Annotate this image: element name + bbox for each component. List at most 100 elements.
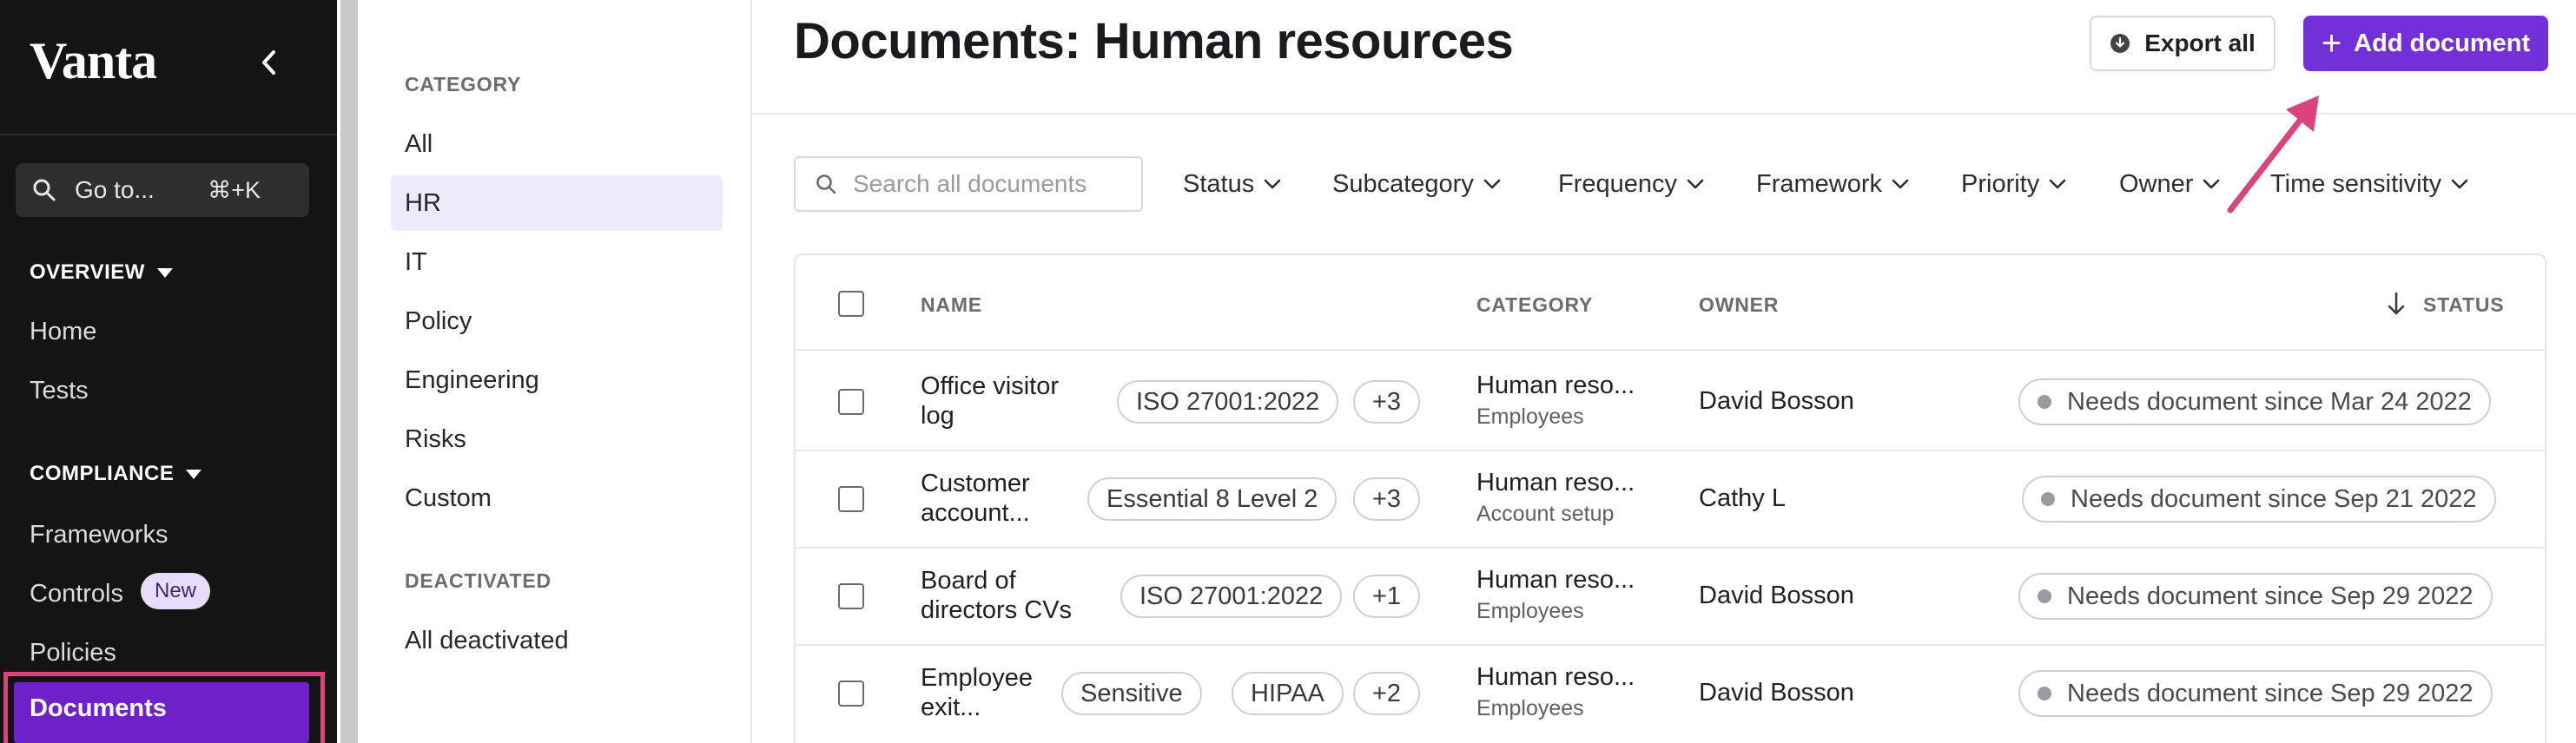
page-title: Documents: Human resources	[794, 13, 1514, 69]
row-divider	[796, 547, 2545, 549]
status-text: Needs document since Sep 29 2022	[2067, 582, 2474, 610]
search-documents-input[interactable]	[853, 170, 1131, 198]
column-header-status[interactable]: STATUS	[2423, 293, 2504, 317]
column-header-owner[interactable]: OWNER	[1699, 293, 1779, 317]
status-badge: Needs document since Sep 29 2022	[2018, 670, 2493, 717]
select-all-checkbox[interactable]	[838, 291, 864, 317]
chevron-down-icon	[1687, 179, 1704, 189]
more-tags-badge[interactable]: +3	[1353, 477, 1421, 521]
document-name[interactable]: Board of directors CVs	[921, 566, 1086, 625]
compliance-section-toggle[interactable]: COMPLIANCE	[30, 462, 202, 486]
chevron-down-icon	[2049, 179, 2066, 189]
filter-framework[interactable]: Framework	[1756, 165, 1910, 203]
caret-down-icon	[186, 469, 202, 479]
filter-owner[interactable]: Owner	[2119, 165, 2221, 203]
chevron-down-icon	[2451, 179, 2468, 189]
status-badge: Needs document since Sep 21 2022	[2022, 476, 2496, 523]
row-checkbox[interactable]	[838, 389, 864, 415]
row-checkbox[interactable]	[838, 681, 864, 707]
status-badge: Needs document since Mar 24 2022	[2018, 378, 2491, 425]
goto-label: Go to...	[75, 176, 155, 203]
filter-frequency[interactable]: Frequency	[1558, 165, 1705, 203]
category-item-hr[interactable]: HR	[405, 189, 441, 218]
category-item-custom[interactable]: Custom	[405, 484, 492, 513]
collapse-sidebar-button[interactable]	[252, 43, 287, 82]
chevron-down-icon	[1483, 179, 1501, 189]
search-icon	[33, 179, 56, 201]
add-document-button[interactable]: + Add document	[2303, 16, 2548, 71]
filter-frequency-label: Frequency	[1558, 169, 1678, 198]
status-text: Needs document since Sep 29 2022	[2067, 680, 2474, 707]
filter-status[interactable]: Status	[1183, 165, 1282, 203]
status-text: Needs document since Sep 21 2022	[2071, 485, 2477, 513]
document-name-line: Customer	[921, 470, 1030, 497]
category-item-all[interactable]: All	[405, 130, 433, 159]
document-name-line: log	[921, 402, 954, 430]
row-divider	[796, 450, 2545, 451]
owner-value: Cathy L	[1699, 484, 1786, 512]
filter-priority[interactable]: Priority	[1961, 165, 2067, 203]
category-heading: CATEGORY	[405, 73, 522, 95]
sidebar	[0, 0, 337, 743]
row-divider	[796, 349, 2545, 351]
category-item-it[interactable]: IT	[405, 248, 427, 277]
document-name-line: Office visitor	[921, 372, 1060, 400]
document-name[interactable]: Customer account...	[921, 469, 1086, 528]
chevron-down-icon	[2203, 179, 2220, 189]
export-all-button[interactable]: Export all	[2090, 16, 2275, 71]
category-item-policy[interactable]: Policy	[405, 307, 472, 336]
filter-owner-label: Owner	[2119, 169, 2194, 198]
category-value: Human reso...	[1476, 469, 1635, 496]
row-checkbox[interactable]	[838, 583, 864, 609]
sidebar-item-tests[interactable]: Tests	[30, 377, 89, 405]
filter-priority-label: Priority	[1961, 169, 2040, 198]
category-value: Human reso...	[1476, 663, 1635, 691]
search-icon	[816, 174, 836, 194]
column-header-category[interactable]: CATEGORY	[1476, 293, 1593, 317]
status-text: Needs document since Mar 24 2022	[2067, 388, 2472, 416]
status-dot-icon	[2041, 492, 2055, 506]
subcategory-value: Employees	[1476, 599, 1584, 623]
sidebar-scrollbar[interactable]	[340, 0, 358, 743]
chevron-down-icon	[1892, 179, 1909, 189]
download-icon	[2110, 34, 2130, 53]
filter-subcategory[interactable]: Subcategory	[1332, 165, 1502, 203]
row-divider	[796, 644, 2545, 646]
owner-value: David Bosson	[1699, 679, 1854, 707]
sidebar-item-policies[interactable]: Policies	[30, 639, 116, 667]
search-documents-field[interactable]	[794, 156, 1143, 212]
new-badge: New	[141, 573, 211, 609]
goto-search[interactable]: Go to... ⌘+K	[16, 163, 309, 217]
framework-tag: Essential 8 Level 2	[1087, 477, 1338, 521]
sort-arrow-down-icon[interactable]	[2385, 290, 2408, 318]
overview-section-toggle[interactable]: OVERVIEW	[30, 260, 173, 285]
category-item-engineering[interactable]: Engineering	[405, 366, 539, 395]
filter-time-sensitivity-label: Time sensitivity	[2270, 169, 2442, 198]
export-all-label: Export all	[2144, 30, 2256, 56]
status-dot-icon	[2038, 395, 2051, 409]
filter-time-sensitivity[interactable]: Time sensitivity	[2270, 165, 2469, 203]
sidebar-item-controls[interactable]: Controls	[30, 580, 123, 608]
more-tags-badge[interactable]: +2	[1353, 672, 1421, 715]
column-header-name[interactable]: NAME	[921, 293, 982, 317]
deactivated-heading: DEACTIVATED	[405, 569, 552, 592]
vanta-logo[interactable]: Vanta	[30, 31, 157, 91]
plus-icon: +	[2321, 24, 2342, 62]
category-value: Human reso...	[1476, 566, 1635, 594]
sidebar-item-frameworks[interactable]: Frameworks	[30, 521, 168, 549]
row-checkbox[interactable]	[838, 486, 864, 512]
status-dot-icon	[2038, 589, 2051, 603]
owner-value: David Bosson	[1699, 582, 1854, 609]
document-name-line: directors CVs	[921, 596, 1073, 624]
document-name[interactable]: Office visitor log	[921, 372, 1086, 431]
sidebar-item-home[interactable]: Home	[30, 318, 96, 346]
compliance-label: COMPLIANCE	[30, 462, 175, 485]
category-item-all-deactivated[interactable]: All deactivated	[405, 627, 569, 655]
sidebar-divider	[0, 134, 337, 135]
more-tags-badge[interactable]: +1	[1353, 575, 1421, 618]
category-item-risks[interactable]: Risks	[405, 425, 466, 454]
filter-subcategory-label: Subcategory	[1332, 169, 1474, 198]
document-name-line: Board of	[921, 567, 1016, 595]
more-tags-badge[interactable]: +3	[1353, 380, 1421, 424]
category-value: Human reso...	[1476, 372, 1635, 399]
